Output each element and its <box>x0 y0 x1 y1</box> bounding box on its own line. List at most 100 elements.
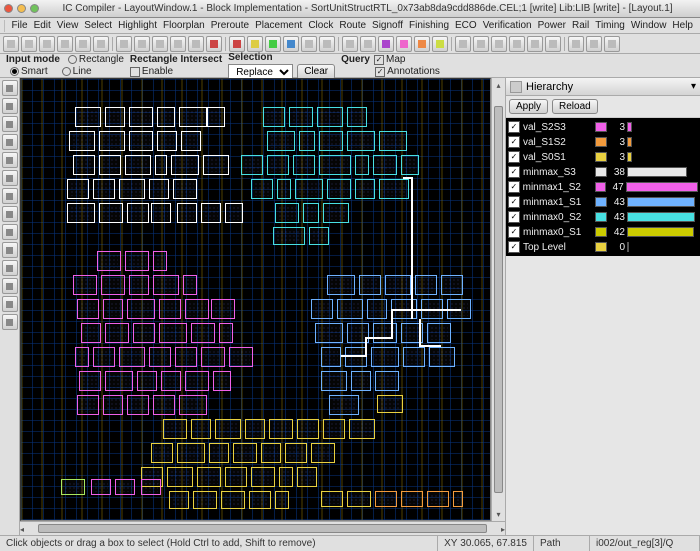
layout-cell[interactable] <box>99 155 121 175</box>
input-mode-rectangle-radio[interactable]: Rectangle <box>68 54 124 65</box>
reload-button[interactable]: Reload <box>552 99 598 114</box>
layout-cell[interactable] <box>233 443 257 463</box>
menu-power[interactable]: Power <box>535 19 569 32</box>
layout-cell[interactable] <box>203 155 229 175</box>
layout-cell[interactable] <box>299 131 315 151</box>
layout-cell[interactable] <box>329 395 359 415</box>
input-mode-smart-radio[interactable]: Smart <box>10 66 48 77</box>
menu-floorplan[interactable]: Floorplan <box>160 19 208 32</box>
layout-cell[interactable] <box>67 203 95 223</box>
layout-cell[interactable] <box>323 419 345 439</box>
toolbar-undo-icon[interactable] <box>39 36 55 52</box>
layout-cell[interactable] <box>427 491 449 507</box>
layout-cell[interactable] <box>321 347 341 367</box>
layout-cell[interactable] <box>351 371 371 391</box>
layout-cell[interactable] <box>177 443 205 463</box>
toolbar-rect-icon[interactable] <box>473 36 489 52</box>
layout-cell[interactable] <box>191 323 215 343</box>
tool-sel-icon[interactable] <box>2 80 18 96</box>
layout-cell[interactable] <box>79 371 101 391</box>
panel-menu-icon[interactable]: ▾ <box>691 81 696 92</box>
query-annotations-check[interactable]: Annotations <box>375 66 440 77</box>
zoom-window-icon[interactable] <box>30 4 39 13</box>
layout-cell[interactable] <box>355 155 369 175</box>
hierarchy-row[interactable]: ✓minmax1_S143 <box>508 195 698 209</box>
layout-cell[interactable] <box>133 323 155 343</box>
toolbar-yellow2-icon[interactable] <box>432 36 448 52</box>
highlighted-net[interactable] <box>365 337 393 339</box>
toolbar-idx-icon[interactable] <box>152 36 168 52</box>
layout-cell[interactable] <box>169 491 189 509</box>
toolbar-rose-icon[interactable] <box>568 36 584 52</box>
tool-ruler-icon[interactable] <box>2 116 18 132</box>
layout-cell[interactable] <box>171 155 199 175</box>
menu-window[interactable]: Window <box>628 19 670 32</box>
layout-cell[interactable] <box>315 323 343 343</box>
menu-select[interactable]: Select <box>81 19 115 32</box>
scroll-up-icon[interactable]: ▴ <box>492 78 505 92</box>
layout-cell[interactable] <box>261 443 281 463</box>
toolbar-pink-icon[interactable] <box>396 36 412 52</box>
highlighted-net[interactable] <box>403 177 413 179</box>
layout-cell[interactable] <box>251 179 273 199</box>
layout-cell[interactable] <box>277 179 291 199</box>
hierarchy-visibility-check[interactable]: ✓ <box>508 181 520 193</box>
layout-cell[interactable] <box>373 323 397 343</box>
layout-cell[interactable] <box>181 131 201 151</box>
tool-poly-icon[interactable] <box>2 224 18 240</box>
highlighted-net[interactable] <box>341 355 367 357</box>
layout-cell[interactable] <box>337 299 363 319</box>
toolbar-fit-icon[interactable] <box>116 36 132 52</box>
toolbar-hide-icon[interactable] <box>527 36 543 52</box>
layout-cell[interactable] <box>347 131 375 151</box>
tool-more-icon[interactable] <box>2 314 18 330</box>
layout-cell[interactable] <box>403 347 425 367</box>
layout-cell[interactable] <box>183 275 197 295</box>
close-window-icon[interactable] <box>4 4 13 13</box>
menu-view[interactable]: View <box>54 19 82 32</box>
tool-hi-icon[interactable] <box>2 188 18 204</box>
layout-cell[interactable] <box>379 179 409 199</box>
layout-cell[interactable] <box>179 395 207 415</box>
tool-move-icon[interactable] <box>2 98 18 114</box>
layout-cell[interactable] <box>81 323 101 343</box>
layout-cell[interactable] <box>295 179 323 199</box>
menu-route[interactable]: Route <box>336 19 369 32</box>
scroll-left-icon[interactable]: ◂ <box>20 522 24 535</box>
layout-cell[interactable] <box>319 131 343 151</box>
layout-cell[interactable] <box>153 275 179 295</box>
layout-cell[interactable] <box>99 131 125 151</box>
layout-cell[interactable] <box>251 467 275 487</box>
layout-cell[interactable] <box>319 155 351 175</box>
toolbar-zoom-in-icon[interactable] <box>75 36 91 52</box>
layout-cell[interactable] <box>91 479 111 495</box>
layout-cell[interactable] <box>97 251 121 271</box>
highlighted-net[interactable] <box>411 179 413 319</box>
layout-cell[interactable] <box>215 419 241 439</box>
layout-cell[interactable] <box>221 491 245 509</box>
layout-cell[interactable] <box>379 131 407 151</box>
toolbar-zoom-out-icon[interactable] <box>93 36 109 52</box>
layout-cell[interactable] <box>141 479 161 495</box>
layout-cell[interactable] <box>345 347 367 367</box>
layout-cell[interactable] <box>207 107 225 127</box>
layout-cell[interactable] <box>167 467 193 487</box>
hierarchy-row[interactable]: ✓val_S0S13 <box>508 150 698 164</box>
toolbar-question-icon[interactable] <box>604 36 620 52</box>
vertical-scroll-thumb[interactable] <box>494 106 503 493</box>
menu-verification[interactable]: Verification <box>480 19 535 32</box>
layout-cell[interactable] <box>311 299 333 319</box>
layout-cell[interactable] <box>149 347 171 367</box>
layout-cell[interactable] <box>173 179 197 199</box>
hierarchy-visibility-check[interactable]: ✓ <box>508 136 520 148</box>
hierarchy-visibility-check[interactable]: ✓ <box>508 211 520 223</box>
toolbar-record-icon[interactable] <box>206 36 222 52</box>
layout-cell[interactable] <box>151 443 173 463</box>
toolbar-green-icon[interactable] <box>265 36 281 52</box>
layout-cell[interactable] <box>309 227 329 245</box>
layout-cell[interactable] <box>105 323 129 343</box>
menu-finishing[interactable]: Finishing <box>406 19 452 32</box>
rect-intersect-enable-check[interactable]: Enable <box>130 66 173 77</box>
layout-cell[interactable] <box>453 491 463 507</box>
layout-cell[interactable] <box>127 203 149 223</box>
